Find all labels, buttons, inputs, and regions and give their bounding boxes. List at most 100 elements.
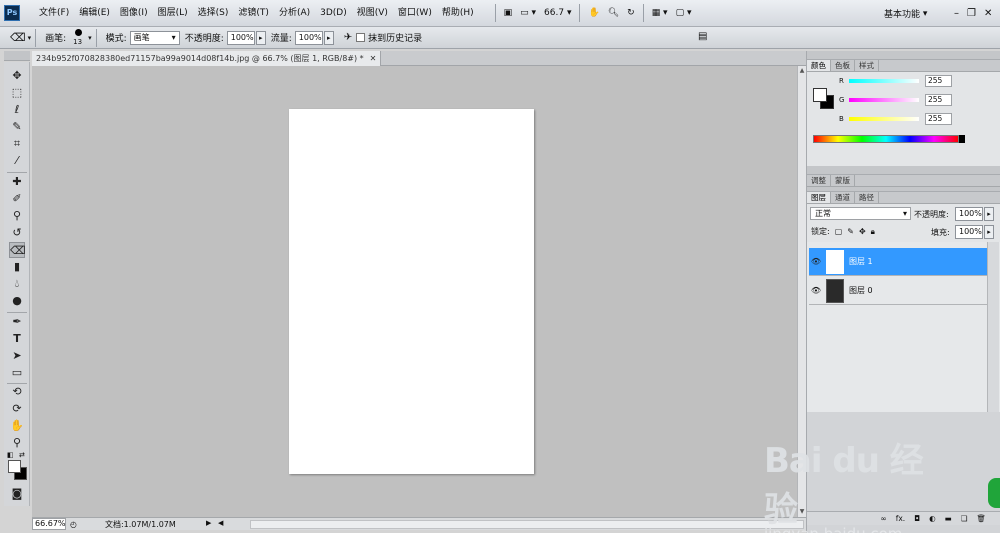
menu-window[interactable]: 窗口(W) — [393, 0, 437, 27]
tab-masks[interactable]: 蒙版 — [831, 175, 855, 186]
panel-toggle-icon[interactable]: ▤ — [698, 31, 707, 42]
gradient-tool-icon[interactable]: ▮ — [9, 259, 25, 275]
close-icon[interactable]: ✕ — [984, 8, 992, 19]
tab-channels[interactable]: 通道 — [831, 192, 855, 203]
close-tab-icon[interactable]: ✕ — [370, 51, 377, 66]
menu-edit[interactable]: 编辑(E) — [74, 0, 115, 27]
layer-row-selected[interactable]: 👁︎ 图层 1 — [809, 248, 987, 276]
status-arrow-icon[interactable]: ▶ — [206, 519, 211, 527]
canvas-area[interactable] — [32, 66, 797, 517]
blur-tool-icon[interactable]: 💧︎ — [9, 276, 25, 292]
layers-scrollbar[interactable] — [987, 242, 999, 412]
floating-green-button[interactable] — [988, 478, 1000, 508]
crop-tool-icon[interactable]: ⌗ — [9, 136, 25, 152]
color-spectrum[interactable] — [813, 135, 959, 143]
menu-3d[interactable]: 3D(D) — [315, 0, 352, 27]
menu-view[interactable]: 视图(V) — [352, 0, 393, 27]
type-tool-icon[interactable]: T — [9, 331, 25, 347]
brush-picker[interactable]: 13 — [70, 28, 88, 48]
red-slider[interactable] — [849, 79, 919, 83]
quick-select-tool-icon[interactable]: ✎ — [9, 119, 25, 135]
airbrush-icon[interactable]: ✈ — [344, 32, 352, 43]
dodge-tool-icon[interactable]: ● — [9, 293, 25, 309]
blue-slider[interactable] — [849, 117, 919, 121]
tab-color[interactable]: 颜色 — [807, 60, 831, 71]
path-select-tool-icon[interactable]: ➤ — [9, 348, 25, 364]
green-value[interactable]: 255 — [925, 94, 952, 106]
delete-layer-icon[interactable]: 🗑︎ — [976, 514, 986, 523]
flow-slider-button[interactable]: ▸ — [323, 30, 334, 45]
panel-foreground-swatch[interactable] — [813, 88, 827, 102]
panel-grip[interactable] — [807, 51, 1000, 60]
menu-file[interactable]: 文件(F) — [34, 0, 74, 27]
foreground-color-swatch[interactable] — [8, 460, 21, 473]
new-layer-icon[interactable]: ❏ — [961, 514, 968, 523]
fill-input[interactable]: 100% — [955, 225, 983, 239]
zoom-level-dropdown[interactable]: 66.7 ▾ — [540, 3, 575, 23]
default-colors-icon[interactable]: ◧ — [7, 451, 14, 459]
zoom-field[interactable]: 66.67% — [32, 518, 66, 530]
flow-input[interactable]: 100% — [294, 30, 323, 45]
status-menu-icon[interactable]: ◴ — [70, 520, 77, 529]
zoom-tool-icon[interactable]: 🔍︎ — [604, 3, 623, 23]
view-extras-icon[interactable]: ▭ ▾ — [516, 3, 540, 23]
layer-name[interactable]: 图层 1 — [849, 256, 873, 267]
shape-tool-icon[interactable]: ▭ — [9, 365, 25, 381]
clone-stamp-tool-icon[interactable]: ⚲ — [9, 208, 25, 224]
black-white-ramp[interactable] — [959, 135, 965, 143]
mode-select[interactable]: 画笔 ▾ — [129, 30, 180, 45]
scroll-up-icon[interactable]: ▲ — [798, 66, 806, 75]
layer-row[interactable]: 👁︎ 图层 0 — [809, 277, 987, 305]
chevron-down-icon[interactable]: ▾ — [88, 34, 92, 42]
horizontal-scrollbar[interactable] — [250, 520, 804, 529]
panel-grip[interactable] — [807, 166, 1000, 175]
layer-opacity-input[interactable]: 100% — [955, 207, 983, 221]
document-tab[interactable]: 234b952f070828380ed71157ba99a9014d08f14b… — [32, 51, 382, 66]
lock-image-icon[interactable]: ✎ — [847, 227, 854, 236]
minimize-icon[interactable]: – — [954, 8, 959, 19]
visibility-eye-icon[interactable]: 👁︎ — [809, 286, 823, 295]
document-canvas[interactable] — [289, 109, 534, 474]
toolbox-grip[interactable] — [4, 51, 30, 61]
lock-all-icon[interactable]: 🔒︎ — [871, 227, 875, 237]
tab-swatches[interactable]: 色板 — [831, 60, 855, 71]
menu-filter[interactable]: 滤镜(T) — [233, 0, 274, 27]
lock-transparent-icon[interactable]: ▢ — [835, 227, 843, 236]
scroll-left-icon[interactable]: ◀ — [218, 519, 223, 527]
arrange-documents-icon[interactable]: ▦ ▾ — [648, 3, 672, 23]
menu-image[interactable]: 图像(I) — [115, 0, 153, 27]
move-tool-icon[interactable]: ✥ — [9, 68, 25, 84]
blend-mode-select[interactable]: 正常 ▾ — [810, 207, 911, 220]
quick-mask-icon[interactable]: ◙ — [9, 486, 25, 502]
blue-value[interactable]: 255 — [925, 113, 952, 125]
visibility-eye-icon[interactable]: 👁︎ — [809, 257, 823, 266]
layer-opacity-slider-button[interactable]: ▸ — [984, 207, 994, 221]
3d-orbit-tool-icon[interactable]: ⟳ — [9, 401, 25, 417]
menu-layer[interactable]: 图层(L) — [153, 0, 193, 27]
restore-icon[interactable]: ❐ — [967, 8, 976, 19]
history-brush-tool-icon[interactable]: ↺ — [9, 225, 25, 241]
tab-adjustments[interactable]: 调整 — [807, 175, 831, 186]
tab-paths[interactable]: 路径 — [855, 192, 879, 203]
3d-rotate-tool-icon[interactable]: ⟲ — [9, 384, 25, 400]
bridge-icon[interactable]: ▣ — [500, 3, 517, 23]
opacity-slider-button[interactable]: ▸ — [255, 30, 266, 45]
lock-position-icon[interactable]: ✥ — [859, 227, 866, 236]
eyedropper-tool-icon[interactable]: ⁄ — [9, 153, 25, 169]
healing-brush-tool-icon[interactable]: ✚ — [9, 174, 25, 190]
pen-tool-icon[interactable]: ✒ — [9, 314, 25, 330]
eraser-preset-icon[interactable]: ⌫ — [10, 31, 26, 44]
marquee-tool-icon[interactable]: ⬚ — [9, 85, 25, 101]
erase-to-history-checkbox[interactable] — [356, 33, 366, 42]
fill-slider-button[interactable]: ▸ — [984, 225, 994, 239]
green-slider[interactable] — [849, 98, 919, 102]
menu-select[interactable]: 选择(S) — [193, 0, 234, 27]
screen-mode-icon[interactable]: ▢ ▾ — [672, 3, 696, 23]
menu-analysis[interactable]: 分析(A) — [274, 0, 315, 27]
eraser-tool-icon[interactable]: ⌫ — [9, 242, 26, 258]
chevron-down-icon[interactable]: ▾ — [28, 34, 32, 42]
brush-tool-icon[interactable]: ✐ — [9, 191, 25, 207]
tab-layers[interactable]: 图层 — [807, 192, 831, 203]
red-value[interactable]: 255 — [925, 75, 952, 87]
tab-styles[interactable]: 样式 — [855, 60, 879, 71]
